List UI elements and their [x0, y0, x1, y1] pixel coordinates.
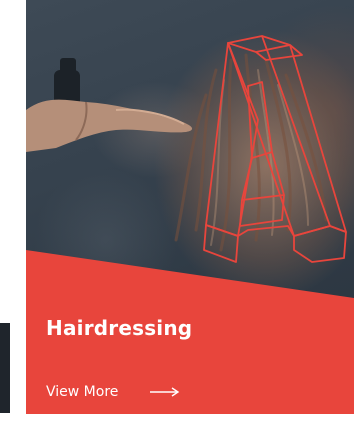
letter-a-outline-icon	[203, 35, 347, 263]
card-title: Hairdressing	[46, 316, 193, 340]
view-more-link[interactable]: View More	[46, 383, 180, 401]
category-card-hairdressing[interactable]: Hairdressing View More	[26, 0, 354, 414]
arrow-right-icon	[150, 387, 180, 397]
page: Hairdressing View More	[0, 0, 354, 442]
left-neighbor-card-edge	[0, 323, 10, 413]
view-more-label: View More	[46, 384, 119, 400]
